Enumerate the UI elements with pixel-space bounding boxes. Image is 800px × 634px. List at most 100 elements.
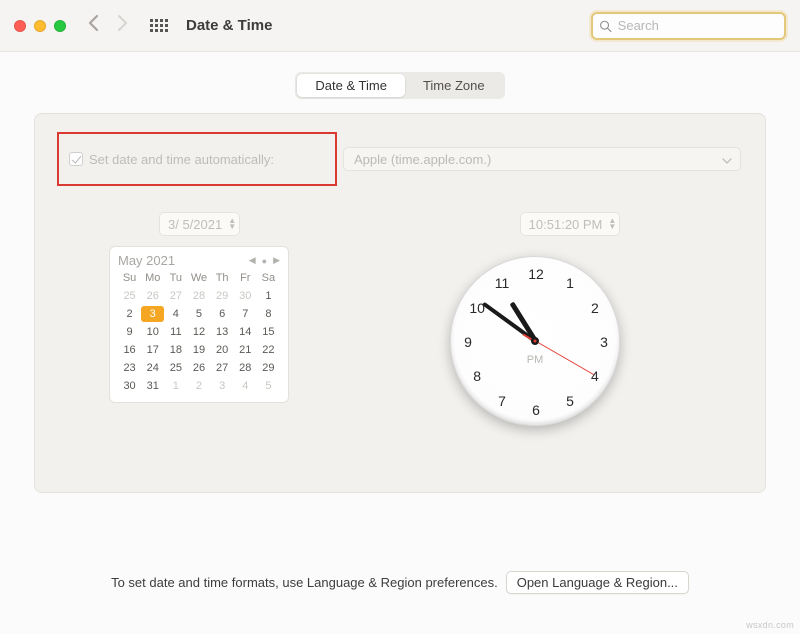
calendar-day[interactable]: 24 [141,360,164,376]
open-language-region-button[interactable]: Open Language & Region... [506,571,689,594]
calendar-day[interactable]: 25 [164,360,187,376]
calendar-day[interactable]: 23 [118,360,141,376]
calendar-dow: Su [118,272,141,286]
time-stepper[interactable]: 10:51:20 PM ▲ ▼ [520,212,621,236]
calendar-day[interactable]: 18 [164,342,187,358]
calendar-day[interactable]: 12 [187,324,210,340]
auto-row: Set date and time automatically: Apple (… [59,132,741,186]
calendar-day[interactable]: 31 [141,378,164,394]
time-server-select[interactable]: Apple (time.apple.com.) [343,147,741,171]
calendar-day[interactable]: 2 [187,378,210,394]
calendar-day[interactable]: 27 [211,360,234,376]
calendar-day[interactable]: 22 [257,342,280,358]
caret-down-icon: ▼ [608,224,616,230]
calendar-grid: SuMoTuWeThFrSa25262728293012345678910111… [118,272,280,394]
calendar-dow: Th [211,272,234,286]
calendar-dow: Mo [141,272,164,286]
time-column: 10:51:20 PM ▲ ▼ PM 12123 [329,212,741,426]
second-hand [535,341,594,376]
date-value: 3/ 5/2021 [168,217,222,232]
clock-number: 10 [469,300,485,316]
calendar-day[interactable]: 9 [118,324,141,340]
search-field[interactable] [591,12,786,40]
prefs-window: Date & Time Date & Time Time Zone Set da… [0,0,800,634]
clock-number: 2 [591,300,599,316]
calendar-day[interactable]: 15 [257,324,280,340]
calendar-day[interactable]: 1 [164,378,187,394]
window-minimize-button[interactable] [34,20,46,32]
settings-panel: Set date and time automatically: Apple (… [34,113,766,493]
nav-forward-button[interactable] [117,14,128,37]
calendar-day[interactable]: 13 [211,324,234,340]
calendar-day[interactable]: 2 [118,306,141,322]
auto-checkbox-label: Set date and time automatically: [89,152,274,167]
clock-number: 1 [566,275,574,291]
calendar-day[interactable]: 29 [211,288,234,304]
calendar-day[interactable]: 6 [211,306,234,322]
clock-number: 3 [600,334,608,350]
calendar-dow: We [187,272,210,286]
calendar-day[interactable]: 11 [164,324,187,340]
auto-checkbox[interactable] [69,152,83,166]
clock-face: PM 121234567891011 [450,256,620,426]
calendar-day[interactable]: 26 [141,288,164,304]
calendar-day[interactable]: 19 [187,342,210,358]
calendar-day[interactable]: 28 [187,288,210,304]
clock-number: 4 [591,368,599,384]
calendar-day[interactable]: 3 [211,378,234,394]
cal-next-icon[interactable]: ▶ [273,255,280,266]
chevron-down-icon [722,152,732,167]
calendar-day[interactable]: 29 [257,360,280,376]
calendar-day[interactable]: 28 [234,360,257,376]
calendar-day[interactable]: 17 [141,342,164,358]
calendar-day[interactable]: 27 [164,288,187,304]
calendar-day[interactable]: 4 [234,378,257,394]
calendar-day[interactable]: 5 [187,306,210,322]
clock-number: 6 [532,402,540,418]
ampm-label: PM [527,354,544,366]
footer-text: To set date and time formats, use Langua… [111,575,498,590]
calendar-day[interactable]: 25 [118,288,141,304]
search-icon [599,19,612,33]
calendar-day[interactable]: 16 [118,342,141,358]
window-zoom-button[interactable] [54,20,66,32]
clock-center [531,337,539,345]
calendar-day[interactable]: 14 [234,324,257,340]
calendar-title: May 2021 [118,253,175,268]
calendar-dow: Fr [234,272,257,286]
tab-bar: Date & Time Time Zone [34,72,766,99]
analog-clock: PM 121234567891011 [450,256,620,426]
cal-prev-icon[interactable]: ◀ [249,255,256,266]
calendar-dow: Sa [257,272,280,286]
tab-time-zone[interactable]: Time Zone [405,74,503,97]
time-value: 10:51:20 PM [529,217,603,232]
titlebar: Date & Time [0,0,800,52]
calendar-day[interactable]: 20 [211,342,234,358]
date-stepper-arrows[interactable]: ▲ ▼ [228,218,236,230]
time-stepper-arrows[interactable]: ▲ ▼ [608,218,616,230]
search-input[interactable] [616,17,778,34]
show-all-icon[interactable] [150,19,168,32]
nav-back-button[interactable] [88,14,99,37]
calendar-day[interactable]: 8 [257,306,280,322]
window-close-button[interactable] [14,20,26,32]
caret-down-icon: ▼ [228,224,236,230]
tab-date-time[interactable]: Date & Time [297,74,405,97]
watermark: wsxdn.com [746,620,794,630]
calendar-day[interactable]: 5 [257,378,280,394]
calendar-day[interactable]: 3 [141,306,164,322]
calendar-day[interactable]: 7 [234,306,257,322]
time-server-value: Apple (time.apple.com.) [354,152,491,167]
calendar-dow: Tu [164,272,187,286]
date-stepper[interactable]: 3/ 5/2021 ▲ ▼ [159,212,240,236]
calendar-day[interactable]: 30 [118,378,141,394]
auto-checkbox-highlight: Set date and time automatically: [57,132,337,186]
calendar-day[interactable]: 21 [234,342,257,358]
calendar-day[interactable]: 10 [141,324,164,340]
calendar-day[interactable]: 26 [187,360,210,376]
calendar-day[interactable]: 1 [257,288,280,304]
calendar[interactable]: May 2021 ◀ ● ▶ SuMoTuWeThFrSa25262728293… [109,246,289,403]
calendar-day[interactable]: 4 [164,306,187,322]
calendar-day[interactable]: 30 [234,288,257,304]
cal-today-icon[interactable]: ● [262,256,267,266]
